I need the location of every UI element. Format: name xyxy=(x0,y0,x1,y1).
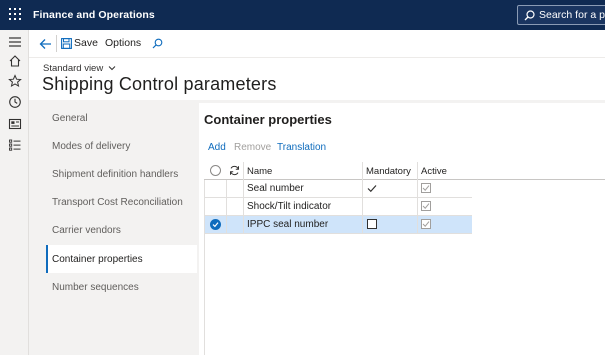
name-cell: Shock/Tilt indicator xyxy=(247,201,332,212)
refresh-icon[interactable] xyxy=(229,165,240,176)
home-icon[interactable] xyxy=(8,54,22,68)
save-icon[interactable] xyxy=(61,38,72,49)
tab-shipment-definition-handlers[interactable]: Shipment definition handlers xyxy=(46,160,197,188)
checkmark-icon xyxy=(212,222,219,228)
favorites-star-icon[interactable] xyxy=(8,74,22,88)
search-label: Search for a page xyxy=(539,9,605,21)
action-divider xyxy=(56,35,57,52)
checkmark-icon[interactable] xyxy=(367,184,377,193)
tab-modes-of-delivery[interactable]: Modes of delivery xyxy=(46,132,197,160)
name-cell: Seal number xyxy=(247,183,304,194)
tab-transport-cost-reconciliation[interactable]: Transport Cost Reconciliation xyxy=(46,188,197,216)
table-row[interactable]: Seal number xyxy=(204,180,472,198)
translation-button[interactable]: Translation xyxy=(277,142,326,153)
page-title: Shipping Control parameters xyxy=(42,74,277,94)
back-arrow-icon[interactable] xyxy=(39,38,52,50)
workspaces-icon[interactable] xyxy=(8,117,22,131)
tab-container-properties[interactable]: Container properties xyxy=(46,245,197,273)
add-button[interactable]: Add xyxy=(208,142,226,153)
search-icon xyxy=(524,10,535,21)
remove-button[interactable]: Remove xyxy=(234,142,271,153)
tab-label: Modes of delivery xyxy=(52,141,131,152)
tab-general[interactable]: General xyxy=(46,104,197,132)
view-selector[interactable]: Standard view xyxy=(43,63,116,74)
search-box[interactable]: Search for a page xyxy=(517,5,605,25)
app-launcher-icon[interactable] xyxy=(9,8,21,20)
column-divider xyxy=(226,180,227,234)
tab-carrier-vendors[interactable]: Carrier vendors xyxy=(46,216,197,244)
hamburger-menu-icon[interactable] xyxy=(8,35,22,49)
tab-label: Transport Cost Reconciliation xyxy=(52,197,183,208)
row-select-radio[interactable] xyxy=(210,219,221,230)
table-row[interactable]: Shock/Tilt indicator xyxy=(204,198,472,216)
tab-label: General xyxy=(52,113,88,124)
grid-left-border xyxy=(204,180,205,355)
name-cell: IPPC seal number xyxy=(247,219,329,230)
mandatory-checkbox[interactable] xyxy=(367,219,377,229)
tab-label: Carrier vendors xyxy=(52,225,121,236)
action-pane: Save Options xyxy=(29,30,605,58)
active-checkbox[interactable] xyxy=(421,201,431,211)
view-selector-label: Standard view xyxy=(43,63,104,74)
navigation-rail xyxy=(0,30,29,355)
options-button[interactable]: Options xyxy=(105,37,141,49)
modules-list-icon[interactable] xyxy=(8,138,22,152)
section-title: Container properties xyxy=(204,112,332,127)
active-checkbox[interactable] xyxy=(421,219,431,229)
tab-label: Number sequences xyxy=(52,282,139,293)
column-divider xyxy=(362,162,363,234)
table-row-selected[interactable]: IPPC seal number xyxy=(204,216,472,234)
top-bar: Finance and Operations Search for a page xyxy=(0,0,605,30)
save-button[interactable]: Save xyxy=(74,37,98,49)
column-divider xyxy=(243,162,244,234)
search-action-icon[interactable] xyxy=(152,38,163,49)
checkmark-icon xyxy=(422,203,430,209)
app-title[interactable]: Finance and Operations xyxy=(33,9,155,21)
select-all-radio[interactable] xyxy=(210,165,221,176)
checkmark-icon xyxy=(422,221,430,227)
tab-label: Container properties xyxy=(52,254,143,265)
chevron-down-icon xyxy=(108,66,116,71)
recent-clock-icon[interactable] xyxy=(8,95,22,109)
checkmark-icon xyxy=(422,185,430,191)
tab-number-sequences[interactable]: Number sequences xyxy=(46,273,197,301)
column-divider xyxy=(417,162,418,234)
active-checkbox[interactable] xyxy=(421,183,431,193)
tab-label: Shipment definition handlers xyxy=(52,169,179,180)
